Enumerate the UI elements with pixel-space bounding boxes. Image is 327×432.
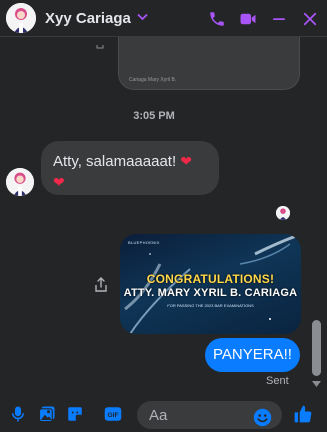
message-input[interactable] [137, 401, 247, 429]
outgoing-message-text: PANYERA!! [213, 346, 292, 363]
message-status: Sent [266, 375, 289, 387]
scroll-down-arrow-icon[interactable] [312, 381, 321, 387]
heart-emoji-icon: ❤ [180, 153, 193, 169]
svg-text:GIF: GIF [107, 412, 118, 419]
contact-name-button[interactable]: Xyy Cariaga [45, 10, 148, 27]
share-icon[interactable] [94, 277, 108, 293]
seen-receipt-avatar [276, 206, 290, 220]
photo-gallery-icon[interactable] [38, 405, 56, 423]
close-icon [303, 12, 317, 25]
card-subline: FOR PASSING THE 2023 BAR EXAMINATIONS [167, 303, 254, 308]
contact-name: Xyy Cariaga [45, 9, 131, 27]
previous-image-caption: Cariaga Mary Xyril B. [129, 77, 177, 83]
incoming-message-text: Atty, salamaaaaat! [53, 153, 177, 170]
incoming-message-bubble[interactable]: Atty, salamaaaaat! ❤ ❤ [41, 141, 219, 195]
sender-avatar[interactable] [6, 168, 34, 196]
card-logo: BLUEPHOENIX [128, 240, 160, 245]
chevron-down-icon [137, 12, 148, 24]
card-headline: CONGRATULATIONS! [146, 272, 275, 286]
gif-icon[interactable]: GIF [103, 405, 123, 423]
previous-image-attachment[interactable]: Cariaga Mary Xyril B. [118, 37, 300, 90]
voice-call-button[interactable] [208, 10, 226, 28]
chat-header: Xyy Cariaga [0, 0, 327, 37]
video-call-button[interactable] [239, 10, 257, 28]
congratulations-image-attachment[interactable]: BLUEPHOENIX CONGRATULATIONS! ATTY. MARY … [120, 234, 301, 334]
minimize-button[interactable] [270, 10, 288, 28]
message-list[interactable]: Cariaga Mary Xyril B. 3:05 PM Atty, sala… [0, 37, 327, 396]
microphone-icon[interactable] [9, 405, 27, 423]
sticker-icon[interactable] [66, 405, 84, 423]
emoji-icon[interactable] [253, 408, 272, 427]
phone-icon [210, 11, 224, 26]
message-composer: GIF [0, 396, 327, 432]
share-icon[interactable] [95, 39, 105, 49]
contact-avatar[interactable] [6, 3, 36, 33]
message-timestamp: 3:05 PM [133, 110, 175, 122]
card-name-line: ATTY. MARY XYRIL B. CARIAGA [123, 287, 298, 299]
video-camera-icon [240, 13, 256, 24]
scrollbar-thumb[interactable] [312, 320, 321, 376]
thumbs-up-icon[interactable] [293, 404, 313, 424]
minimize-icon [273, 17, 285, 20]
header-actions [208, 0, 319, 37]
message-scrollbar[interactable] [311, 37, 325, 396]
heart-emoji-icon: ❤ [53, 174, 65, 190]
close-button[interactable] [301, 10, 319, 28]
outgoing-message-bubble[interactable]: PANYERA!! [205, 338, 300, 372]
